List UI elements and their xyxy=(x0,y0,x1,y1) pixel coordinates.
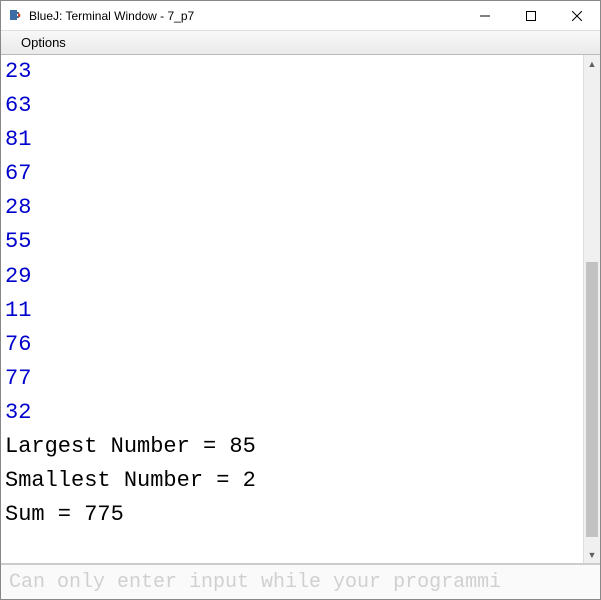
terminal-line-user: 55 xyxy=(5,225,596,259)
terminal-area: 2363816728552911767732Largest Number = 8… xyxy=(1,55,600,563)
app-icon xyxy=(7,8,23,24)
menu-options[interactable]: Options xyxy=(13,33,74,52)
menubar: Options xyxy=(1,31,600,55)
terminal-line-user: 11 xyxy=(5,294,596,328)
window-title: BlueJ: Terminal Window - 7_p7 xyxy=(29,9,462,23)
terminal-line-user: 67 xyxy=(5,157,596,191)
terminal-line-user: 81 xyxy=(5,123,596,157)
scroll-down-icon[interactable]: ▼ xyxy=(584,546,600,563)
terminal-content[interactable]: 2363816728552911767732Largest Number = 8… xyxy=(1,55,600,563)
terminal-line-user: 76 xyxy=(5,328,596,362)
terminal-line-user: 32 xyxy=(5,396,596,430)
maximize-button[interactable] xyxy=(508,1,554,30)
terminal-line-user: 63 xyxy=(5,89,596,123)
input-placeholder: Can only enter input while your programm… xyxy=(9,571,501,594)
scrollbar[interactable]: ▲ ▼ xyxy=(583,55,600,563)
input-bar[interactable]: Can only enter input while your programm… xyxy=(1,563,600,599)
minimize-button[interactable] xyxy=(462,1,508,30)
window-controls xyxy=(462,1,600,30)
scrollbar-track[interactable] xyxy=(584,72,600,546)
terminal-line-user: 28 xyxy=(5,191,596,225)
scroll-up-icon[interactable]: ▲ xyxy=(584,55,600,72)
terminal-line-system: Smallest Number = 2 xyxy=(5,464,596,498)
terminal-line-user: 77 xyxy=(5,362,596,396)
terminal-line-user: 29 xyxy=(5,260,596,294)
scrollbar-thumb[interactable] xyxy=(586,262,598,537)
terminal-line-user: 23 xyxy=(5,55,596,89)
close-button[interactable] xyxy=(554,1,600,30)
titlebar: BlueJ: Terminal Window - 7_p7 xyxy=(1,1,600,31)
terminal-line-system: Largest Number = 85 xyxy=(5,430,596,464)
terminal-line-system: Sum = 775 xyxy=(5,498,596,532)
